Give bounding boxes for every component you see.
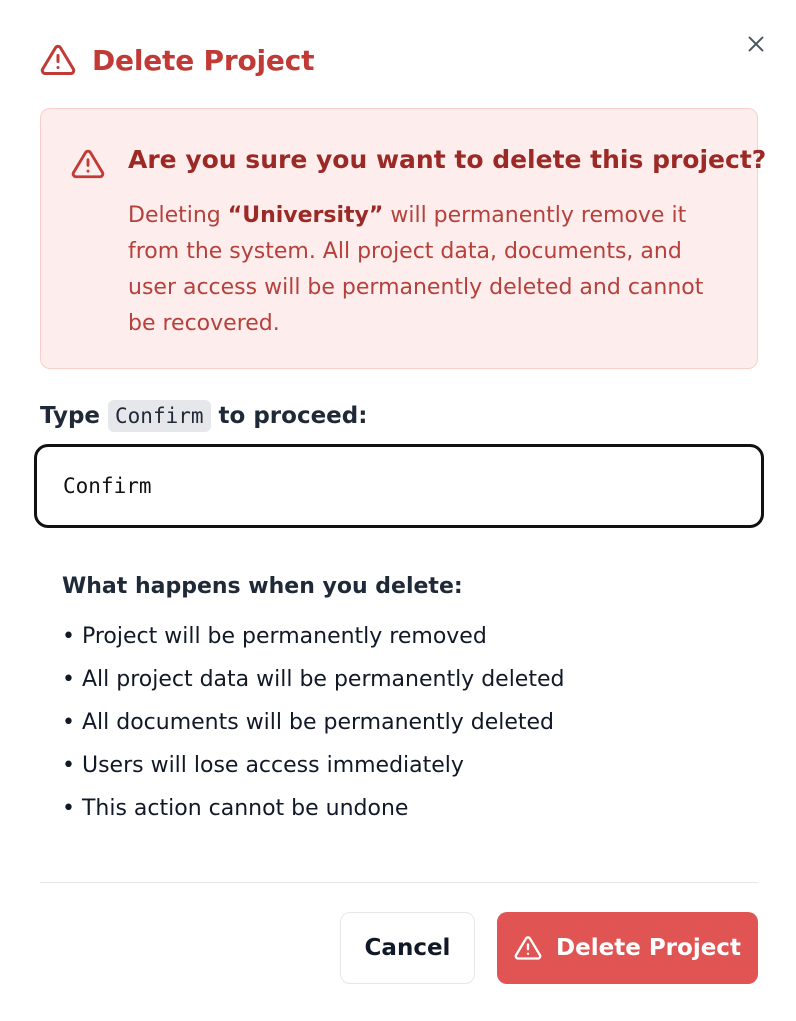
delete-project-button[interactable]: Delete Project	[497, 912, 758, 984]
delete-project-dialog: Delete Project Are you sure you want to …	[0, 0, 796, 1021]
project-name: “University”	[227, 203, 384, 228]
dialog-title: Delete Project	[92, 43, 315, 77]
footer-divider	[40, 882, 758, 883]
close-button[interactable]	[742, 30, 770, 58]
warning-title: Are you sure you want to delete this pro…	[128, 145, 767, 174]
effects-title: What happens when you delete:	[62, 574, 463, 599]
list-item: • This action cannot be undone	[62, 796, 409, 821]
list-item: • Project will be permanently removed	[62, 624, 487, 649]
dialog-header: Delete Project	[40, 42, 314, 78]
warning-triangle-icon	[71, 149, 105, 179]
warning-text-prefix: Deleting	[128, 203, 228, 228]
confirm-input[interactable]	[34, 444, 764, 528]
warning-triangle-icon	[40, 44, 76, 75]
warning-description: Deleting “University” will permanently r…	[128, 198, 728, 342]
list-item: • All project data will be permanently d…	[62, 667, 565, 692]
list-item: • All documents will be permanently dele…	[62, 710, 555, 735]
confirm-label-suffix: to proceed:	[218, 403, 368, 429]
cancel-button[interactable]: Cancel	[340, 912, 475, 984]
effects-list: • Project will be permanently removed • …	[62, 615, 564, 830]
delete-effects: What happens when you delete: • Project …	[62, 574, 564, 830]
confirm-label-prefix: Type	[40, 403, 101, 429]
confirm-keyword: Confirm	[108, 400, 211, 432]
delete-button-label: Delete Project	[556, 935, 741, 961]
warning-alert: Are you sure you want to delete this pro…	[40, 108, 766, 369]
list-item: • Users will lose access immediately	[62, 753, 464, 778]
close-icon	[748, 36, 764, 52]
confirm-label: Type Confirm to proceed:	[40, 400, 367, 432]
warning-triangle-icon	[514, 936, 542, 960]
